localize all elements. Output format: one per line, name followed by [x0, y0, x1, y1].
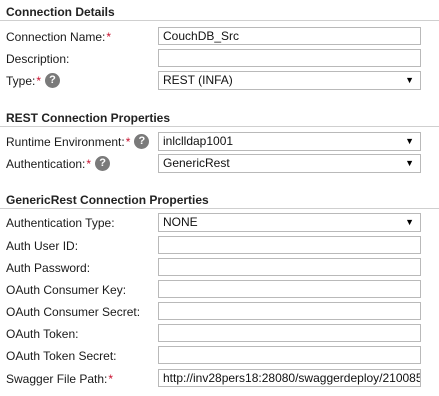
authentication-label-text: Authentication: — [6, 157, 86, 171]
section-header-genericrest-properties: GenericRest Connection Properties — [6, 193, 209, 207]
runtime-environment-label-text: Runtime Environment: — [6, 135, 125, 149]
oauth-consumer-secret-input[interactable] — [158, 302, 421, 320]
swagger-file-path-input[interactable]: http://inv28pers18:28080/swaggerdeploy/2… — [158, 369, 421, 387]
connection-name-label: Connection Name:* — [6, 30, 111, 44]
auth-password-label: Auth Password: — [6, 261, 91, 275]
row-connection-name: Connection Name:* CouchDB_Src — [0, 26, 439, 48]
section-divider — [0, 208, 439, 209]
oauth-consumer-key-input[interactable] — [158, 280, 421, 298]
chevron-down-icon: ▼ — [405, 136, 414, 146]
auth-user-id-input[interactable] — [158, 236, 421, 254]
authentication-label: Authentication:*? — [6, 156, 111, 172]
oauth-token-label: OAuth Token: — [6, 327, 79, 341]
description-input[interactable] — [158, 49, 421, 67]
row-oauth-token: OAuth Token: — [0, 323, 439, 345]
row-oauth-consumer-secret: OAuth Consumer Secret: — [0, 301, 439, 323]
required-marker: * — [125, 135, 131, 149]
section-divider — [0, 20, 439, 21]
row-authentication: Authentication:*? GenericRest ▼ — [0, 153, 439, 175]
row-swagger-file-path: Swagger File Path:* http://inv28pers18:2… — [0, 368, 439, 390]
oauth-consumer-secret-label: OAuth Consumer Secret: — [6, 305, 141, 319]
authentication-type-select[interactable]: NONE ▼ — [158, 213, 421, 232]
authentication-select-value: GenericRest — [163, 156, 230, 170]
runtime-environment-select-value: inlclldap1001 — [163, 134, 234, 148]
swagger-file-path-label: Swagger File Path:* — [6, 372, 113, 386]
help-question-icon[interactable]: ? — [45, 73, 61, 89]
connection-name-input[interactable]: CouchDB_Src — [158, 27, 421, 45]
row-auth-user-id: Auth User ID: — [0, 235, 439, 257]
required-marker: * — [108, 372, 114, 386]
help-question-icon[interactable]: ? — [95, 156, 111, 172]
chevron-down-icon: ▼ — [405, 217, 414, 227]
type-select-value: REST (INFA) — [163, 73, 233, 87]
connection-name-label-text: Connection Name: — [6, 30, 106, 44]
section-header-rest-properties: REST Connection Properties — [6, 111, 171, 125]
row-authentication-type: Authentication Type: NONE ▼ — [0, 212, 439, 234]
section-header-connection-details: Connection Details — [6, 5, 115, 19]
help-question-icon[interactable]: ? — [134, 134, 150, 150]
required-marker: * — [106, 30, 112, 44]
description-label: Description: — [6, 52, 70, 66]
row-oauth-token-secret: OAuth Token Secret: — [0, 345, 439, 367]
row-type: Type:*? REST (INFA) ▼ — [0, 70, 439, 92]
row-runtime-environment: Runtime Environment:*? inlclldap1001 ▼ — [0, 131, 439, 153]
oauth-token-input[interactable] — [158, 324, 421, 342]
required-marker: * — [36, 74, 42, 88]
oauth-token-secret-input[interactable] — [158, 346, 421, 364]
auth-password-input[interactable] — [158, 258, 421, 276]
type-label: Type:*? — [6, 73, 61, 89]
oauth-token-secret-label: OAuth Token Secret: — [6, 349, 117, 363]
chevron-down-icon: ▼ — [405, 158, 414, 168]
type-label-text: Type: — [6, 74, 36, 88]
row-oauth-consumer-key: OAuth Consumer Key: — [0, 279, 439, 301]
connection-form: Connection Details Connection Name:* Cou… — [0, 0, 439, 396]
authentication-type-select-value: NONE — [163, 215, 198, 229]
section-divider — [0, 126, 439, 127]
row-auth-password: Auth Password: — [0, 257, 439, 279]
authentication-select[interactable]: GenericRest ▼ — [158, 154, 421, 173]
swagger-file-path-label-text: Swagger File Path: — [6, 372, 108, 386]
authentication-type-label: Authentication Type: — [6, 216, 115, 230]
auth-user-id-label: Auth User ID: — [6, 239, 79, 253]
runtime-environment-select[interactable]: inlclldap1001 ▼ — [158, 132, 421, 151]
type-select[interactable]: REST (INFA) ▼ — [158, 71, 421, 90]
runtime-environment-label: Runtime Environment:*? — [6, 134, 150, 150]
row-description: Description: — [0, 48, 439, 70]
required-marker: * — [86, 157, 92, 171]
chevron-down-icon: ▼ — [405, 75, 414, 85]
oauth-consumer-key-label: OAuth Consumer Key: — [6, 283, 127, 297]
